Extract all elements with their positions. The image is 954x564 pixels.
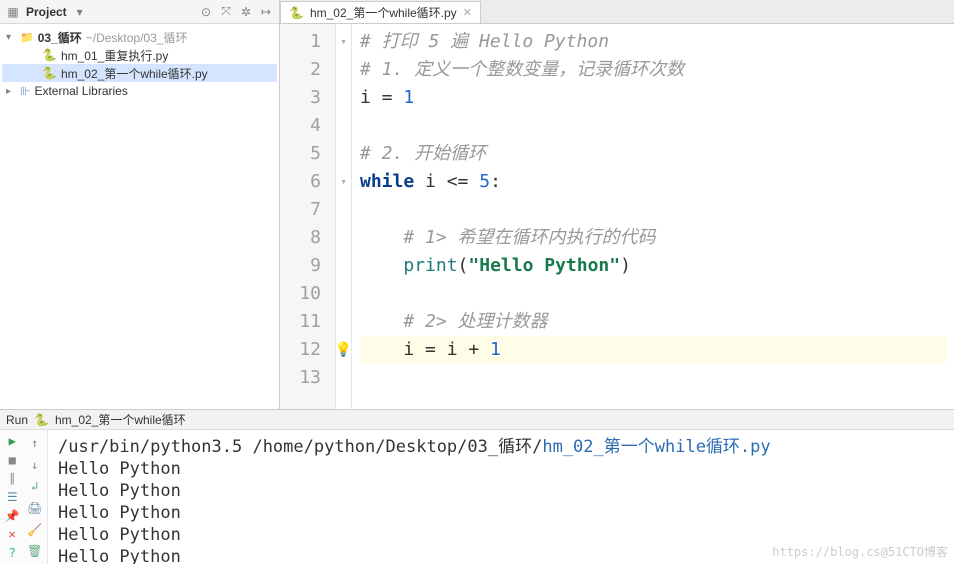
code-line[interactable]: while i <= 5:: [360, 168, 946, 196]
project-sidebar: ▦ Project ▾ ⊙ ⤧ ✲ ↦ ▾ 03_循环 ~/Desktop/03…: [0, 0, 280, 409]
run-config-name: hm_02_第一个while循环: [55, 411, 186, 428]
python-run-icon: 🐍: [34, 413, 49, 427]
editor-tab[interactable]: 🐍 hm_02_第一个while循环.py ✕: [280, 1, 481, 23]
scroll-up-icon[interactable]: ↑: [26, 434, 44, 452]
gear-icon[interactable]: ✲: [239, 5, 253, 19]
fold-column: ▾▾💡: [336, 24, 352, 409]
code-line[interactable]: [360, 196, 946, 224]
stop-button[interactable]: ■: [3, 453, 21, 468]
run-side-toolbar: ▶ ■ ∥ ☰ 📌 ✕ ? ↑ ↓ ↲ 🖨 🧹 🗑: [0, 430, 48, 564]
scroll-down-icon[interactable]: ↓: [26, 456, 44, 474]
code-line[interactable]: [360, 364, 946, 392]
code-line[interactable]: # 打印 5 遍 Hello Python: [360, 28, 946, 56]
project-tree[interactable]: ▾ 03_循环 ~/Desktop/03_循环 🐍 hm_01_重复执行.py 🐍 h…: [0, 24, 279, 104]
python-file-icon: 🐍: [42, 48, 57, 62]
help-button[interactable]: ?: [3, 545, 21, 560]
code-editor[interactable]: 12345678910111213 ▾▾💡 # 打印 5 遍 Hello Pyt…: [280, 24, 954, 409]
tree-file[interactable]: 🐍 hm_02_第一个while循环.py: [2, 64, 277, 82]
pause-button[interactable]: ∥: [3, 471, 21, 486]
pin-button[interactable]: 📌: [3, 508, 21, 523]
code-line[interactable]: [360, 280, 946, 308]
gutter: 12345678910111213: [280, 24, 336, 409]
watermark: https://blog.cs@51CTO博客: [772, 543, 948, 560]
editor-tab-label: hm_02_第一个while循环.py: [310, 4, 457, 21]
code-line[interactable]: i = 1: [360, 84, 946, 112]
run-button[interactable]: ▶: [3, 434, 21, 449]
hide-icon[interactable]: ↦: [259, 5, 273, 19]
folder-icon: [20, 30, 34, 44]
editor-tabbar: 🐍 hm_02_第一个while循环.py ✕: [280, 0, 954, 24]
dump-button[interactable]: ☰: [3, 490, 21, 505]
trash-icon[interactable]: 🗑: [26, 542, 44, 560]
code-line[interactable]: # 2. 开始循环: [360, 140, 946, 168]
run-header: Run 🐍 hm_02_第一个while循环: [0, 410, 954, 430]
tree-file[interactable]: 🐍 hm_01_重复执行.py: [2, 46, 277, 64]
code-line[interactable]: [360, 112, 946, 140]
code-line[interactable]: # 1. 定义一个整数变量，记录循环次数: [360, 56, 946, 84]
code-line[interactable]: # 1> 希望在循环内执行的代码: [360, 224, 946, 252]
code-content[interactable]: # 打印 5 遍 Hello Python# 1. 定义一个整数变量，记录循环次…: [352, 24, 954, 409]
run-panel: Run 🐍 hm_02_第一个while循环 ▶ ■ ∥ ☰ 📌 ✕ ? ↑ ↓…: [0, 410, 954, 564]
collapse-icon[interactable]: ⊙: [199, 5, 213, 19]
locate-icon[interactable]: ⤧: [219, 5, 233, 19]
tree-root-label: 03_循环: [38, 29, 82, 46]
print-icon[interactable]: 🖨: [26, 499, 44, 517]
intention-bulb-icon[interactable]: 💡: [335, 336, 352, 364]
project-icon: ▦: [6, 5, 20, 19]
tree-root[interactable]: ▾ 03_循环 ~/Desktop/03_循环: [2, 28, 277, 46]
library-icon: ⊪: [20, 84, 30, 98]
run-label: Run: [6, 413, 28, 427]
project-title: Project: [26, 5, 67, 19]
tree-file-label: hm_01_重复执行.py: [61, 47, 168, 64]
code-line[interactable]: print("Hello Python"): [360, 252, 946, 280]
caret-right-icon[interactable]: ▸: [6, 86, 16, 97]
chevron-down-icon[interactable]: ▾: [73, 5, 87, 19]
close-icon[interactable]: ✕: [463, 6, 472, 19]
external-libs-label: External Libraries: [34, 84, 127, 98]
python-file-icon: 🐍: [289, 6, 304, 20]
code-line[interactable]: i = i + 1: [360, 336, 946, 364]
project-sidebar-header: ▦ Project ▾ ⊙ ⤧ ✲ ↦: [0, 0, 279, 24]
tree-root-path: ~/Desktop/03_循环: [86, 29, 188, 46]
clear-icon[interactable]: 🧹: [26, 521, 44, 539]
tree-file-label: hm_02_第一个while循环.py: [61, 65, 208, 82]
python-file-icon: 🐍: [42, 66, 57, 80]
editor-area: 🐍 hm_02_第一个while循环.py ✕ 1234567891011121…: [280, 0, 954, 409]
code-line[interactable]: # 2> 处理计数器: [360, 308, 946, 336]
wrap-icon[interactable]: ↲: [26, 477, 44, 495]
caret-down-icon[interactable]: ▾: [6, 32, 16, 43]
tree-external-libs[interactable]: ▸ ⊪ External Libraries: [2, 82, 277, 100]
close-run-button[interactable]: ✕: [3, 527, 21, 542]
